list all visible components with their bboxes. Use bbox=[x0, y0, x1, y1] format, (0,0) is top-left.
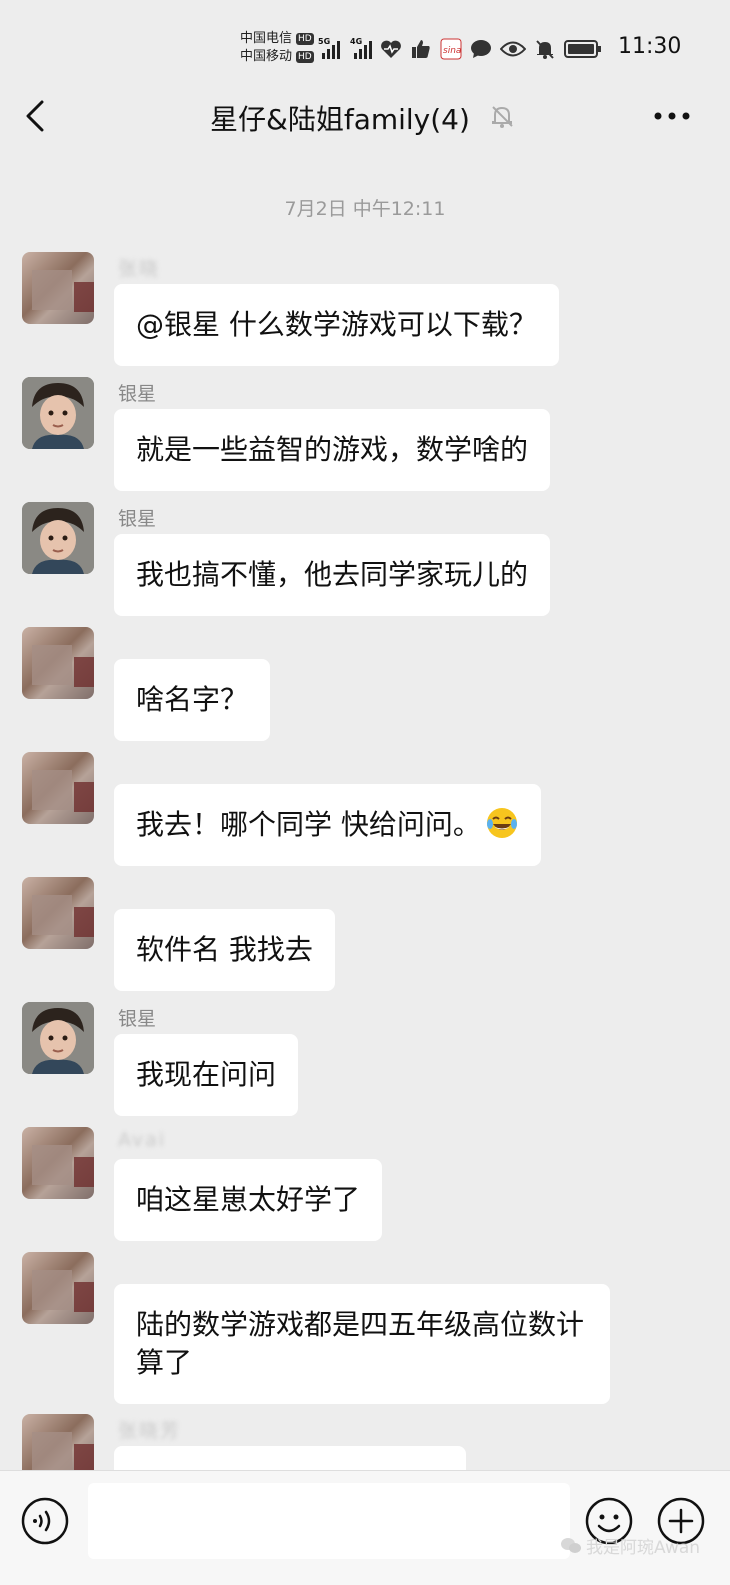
battery-icon bbox=[564, 40, 601, 58]
avatar[interactable] bbox=[22, 1002, 94, 1074]
message-input[interactable] bbox=[88, 1483, 570, 1559]
avatar[interactable] bbox=[22, 1252, 94, 1324]
message-bubble[interactable] bbox=[114, 1446, 466, 1470]
health-heart-icon bbox=[381, 40, 401, 58]
sender-name: 银星 bbox=[118, 508, 157, 530]
carrier-2-label: 中国移动 bbox=[240, 49, 293, 64]
signal-5g-icon: 5G bbox=[318, 37, 340, 59]
clock: 11:30 bbox=[618, 34, 682, 59]
laugh-cry-emoji-icon bbox=[486, 808, 517, 838]
sina-weibo-icon: sina bbox=[440, 38, 462, 60]
chat-nav-bar: 星仔&陆姐family(4) bbox=[0, 80, 730, 152]
message-bubble[interactable]: 软件名 我找去 bbox=[114, 909, 335, 991]
more-dots-icon[interactable] bbox=[650, 98, 694, 134]
status-icons: 5G 4G sina bbox=[318, 34, 602, 64]
hd-badge: HD bbox=[296, 33, 314, 45]
avatar[interactable] bbox=[22, 627, 94, 699]
message-bubble[interactable]: 我去！哪个同学 快给问问。 bbox=[114, 784, 541, 866]
avatar[interactable] bbox=[22, 1127, 94, 1199]
sender-name: Avai bbox=[118, 1129, 167, 1151]
avatar[interactable] bbox=[22, 252, 94, 324]
chat-title: 星仔&陆姐family(4) bbox=[210, 103, 470, 136]
sender-name: 张晓 bbox=[118, 258, 161, 280]
avatar[interactable] bbox=[22, 752, 94, 824]
voice-icon[interactable] bbox=[20, 1496, 70, 1546]
carrier-1-label: 中国电信 bbox=[240, 31, 293, 46]
message-text: 我去！哪个同学 快给问问。 bbox=[136, 808, 481, 841]
sender-name: 银星 bbox=[118, 383, 157, 405]
message-bubble-icon bbox=[471, 40, 491, 58]
watermark: 我是阿琬Awan bbox=[560, 1533, 700, 1558]
thumbs-up-icon bbox=[412, 40, 430, 58]
message-bubble[interactable]: 我现在问问 bbox=[114, 1034, 299, 1116]
watermark-text: 我是阿琬Awan bbox=[586, 1538, 701, 1558]
input-bar: 我是阿琬Awan bbox=[0, 1470, 730, 1585]
carrier-info: 中国电信 HD 中国移动 HD bbox=[240, 30, 314, 66]
network-5g-label: 5G bbox=[318, 37, 331, 46]
message-bubble[interactable]: 啥名字？ bbox=[114, 659, 271, 741]
bell-off-icon bbox=[536, 40, 554, 59]
message-bubble[interactable]: 就是一些益智的游戏，数学啥的 bbox=[114, 409, 551, 491]
avatar[interactable] bbox=[22, 1414, 94, 1470]
wechat-logo-icon bbox=[561, 1537, 581, 1553]
message-bubble[interactable]: 陆的数学游戏都是四五年级高位数计算了 bbox=[114, 1284, 610, 1404]
message-timestamp: 7月2日 中午12:11 bbox=[284, 198, 446, 220]
mute-bell-icon bbox=[492, 106, 513, 128]
hd-badge: HD bbox=[296, 51, 314, 63]
signal-4g-icon: 4G bbox=[350, 37, 372, 59]
back-chevron-icon[interactable] bbox=[20, 98, 54, 134]
status-bar: 中国电信 HD 中国移动 HD 5G 4G sina 11:30 bbox=[0, 0, 730, 80]
message-bubble[interactable]: 咱这星崽太好学了 bbox=[114, 1159, 383, 1241]
avatar[interactable] bbox=[22, 377, 94, 449]
avatar[interactable] bbox=[22, 502, 94, 574]
network-4g-label: 4G bbox=[350, 37, 363, 46]
eye-icon bbox=[500, 41, 526, 57]
message-bubble[interactable]: 我也搞不懂，他去同学家玩儿的 bbox=[114, 534, 551, 616]
sender-name: 银星 bbox=[118, 1008, 157, 1030]
message-list[interactable]: 7月2日 中午12:11 张晓 @银星 什么数学游戏可以下载？ 银星 就是一些益… bbox=[0, 152, 730, 1470]
avatar[interactable] bbox=[22, 877, 94, 949]
sender-name: 张晓芳 bbox=[118, 1420, 182, 1442]
svg-text:sina: sina bbox=[443, 46, 461, 56]
message-bubble[interactable]: @银星 什么数学游戏可以下载？ bbox=[114, 284, 559, 366]
